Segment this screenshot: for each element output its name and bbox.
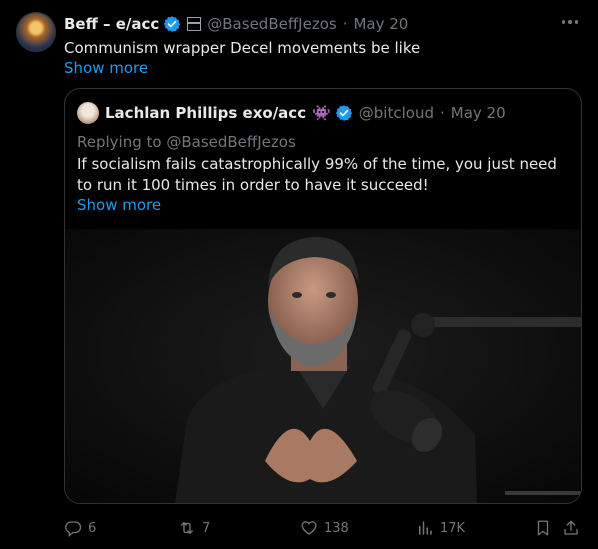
action-bar: 6 7 138 17K [64,516,584,540]
more-dot-icon [574,20,579,24]
more-options-button[interactable] [558,12,582,32]
more-dot-icon [561,20,566,24]
video-media[interactable] [65,229,581,503]
quoted-show-more-link[interactable]: Show more [77,195,161,215]
views-icon [419,521,432,535]
separator-dot: · [342,15,348,33]
show-more-link[interactable]: Show more [64,58,148,78]
quoted-avatar[interactable] [77,102,99,124]
video-frame [65,229,581,503]
repost-count: 7 [202,520,211,536]
author-name[interactable]: Beff – e/acc [64,15,159,33]
quoted-author-handle[interactable]: @bitcloud [359,104,434,122]
tweet-header: Beff – e/acc @BasedBeffJezos · May 20 [64,14,408,34]
post-date[interactable]: May 20 [353,15,408,33]
space-invader-icon: 👾 [312,104,331,122]
tweet: Beff – e/acc @BasedBeffJezos · May 20 Co… [0,0,598,549]
more-dot-icon [568,20,572,24]
separator-dot: · [439,104,445,122]
avatar[interactable] [16,12,56,52]
verified-badge-icon [335,105,352,121]
bookmark-button[interactable] [534,516,552,540]
like-button[interactable]: 138 [300,516,349,540]
bookmark-icon [537,520,549,536]
author-handle[interactable]: @BasedBeffJezos [207,15,336,33]
quoted-text: If socialism fails catastrophically 99% … [77,155,557,194]
quoted-header: Lachlan Phillips exo/acc 👾 @bitcloud · M… [105,103,506,123]
like-count: 138 [324,520,349,536]
reply-count: 6 [88,520,97,536]
repost-icon [181,522,193,534]
views-button[interactable]: 17K [416,516,465,540]
quoted-author-name[interactable]: Lachlan Phillips exo/acc [105,104,306,122]
reply-button[interactable]: 6 [64,516,96,540]
verified-badge-icon [164,16,181,32]
share-icon [564,520,578,535]
replying-to[interactable]: Replying to @BasedBeffJezos [77,132,296,152]
repost-button[interactable]: 7 [178,516,210,540]
share-button[interactable] [562,516,580,540]
affiliate-flag-icon [187,17,202,31]
quoted-tweet[interactable]: Lachlan Phillips exo/acc 👾 @bitcloud · M… [64,88,582,504]
quoted-date[interactable]: May 20 [451,104,506,122]
reply-icon [65,521,82,537]
views-count: 17K [440,520,466,536]
heart-icon [301,521,317,535]
tweet-text: Communism wrapper Decel movements be lik… [64,39,421,57]
